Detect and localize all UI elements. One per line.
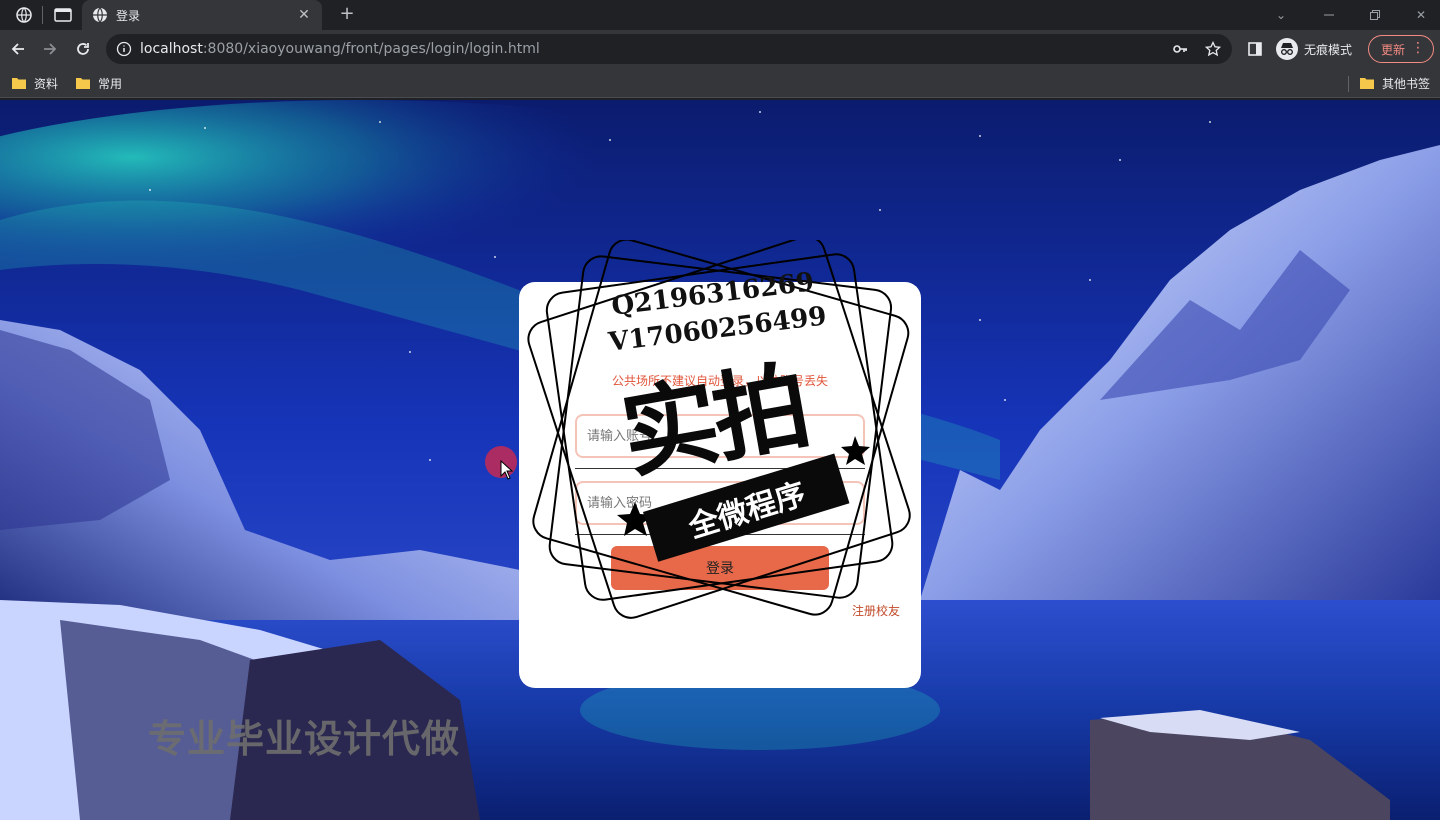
side-panel-icon[interactable]: [1244, 38, 1266, 60]
tab-title: 登录: [116, 8, 141, 23]
register-link[interactable]: 注册校友: [852, 602, 900, 619]
star-icon[interactable]: [1205, 34, 1221, 64]
bookmark-folder-changyong[interactable]: 常用: [76, 74, 122, 92]
login-notice: 公共场所不建议自动登录，以防账号丢失: [611, 374, 828, 388]
restore-icon[interactable]: [1352, 0, 1398, 30]
incognito-icon: [1276, 38, 1298, 60]
bookmark-folder-ziliao[interactable]: 资料: [12, 74, 58, 92]
reload-icon[interactable]: [72, 38, 94, 60]
login-button[interactable]: 登录: [611, 546, 829, 590]
login-card: 公共场所不建议自动登录，以防账号丢失 登录 注册校友: [519, 282, 921, 688]
address-bar[interactable]: localhost:8080/xiaoyouwang/front/pages/l…: [106, 34, 1232, 64]
window-close-icon[interactable]: ✕: [1398, 0, 1440, 30]
bookmarks-bar: 资料 常用 其他书签: [0, 68, 1440, 98]
mouse-cursor-icon: [500, 460, 514, 480]
other-bookmarks[interactable]: 其他书签: [1360, 74, 1430, 92]
update-label: 更新: [1381, 42, 1406, 57]
key-icon[interactable]: [1172, 34, 1188, 64]
bottom-watermark: 专业毕业设计代做: [148, 717, 461, 761]
divider: [575, 534, 865, 535]
login-page: 公共场所不建议自动登录，以防账号丢失 登录 注册校友 Q2196316269 V…: [0, 100, 1440, 820]
url-host: localhost: [140, 41, 203, 57]
folder-icon: [12, 78, 26, 89]
minimize-icon[interactable]: [1306, 0, 1352, 30]
browser-toolbar: localhost:8080/xiaoyouwang/front/pages/l…: [0, 30, 1440, 68]
folder-icon: [1360, 78, 1374, 89]
globe-icon: [92, 7, 108, 23]
divider: [575, 468, 865, 469]
incognito-profile[interactable]: 无痕模式: [1276, 37, 1352, 61]
update-button[interactable]: 更新 ⋮: [1368, 35, 1434, 63]
info-icon[interactable]: [116, 41, 132, 57]
url-path: :8080/xiaoyouwang/front/pages/login/logi…: [202, 41, 540, 57]
username-input[interactable]: [575, 414, 865, 458]
bookmark-label: 资料: [34, 76, 59, 91]
back-icon[interactable]: [7, 38, 29, 60]
new-tab-button[interactable]: +: [336, 3, 358, 25]
bookmark-label: 常用: [98, 76, 123, 91]
menu-icon[interactable]: ⋮: [1411, 40, 1425, 56]
globe-icon[interactable]: [13, 4, 35, 26]
chevron-down-icon[interactable]: ⌄: [1258, 0, 1304, 30]
login-button-label: 登录: [706, 561, 734, 577]
tab-login[interactable]: 登录 ✕: [82, 0, 322, 30]
password-input[interactable]: [575, 481, 865, 525]
close-icon[interactable]: ✕: [296, 7, 312, 23]
tab-search-icon[interactable]: [52, 4, 74, 26]
bookmark-separator: [1348, 76, 1349, 92]
tab-strip: 登录 ✕ + ⌄ ✕: [0, 0, 1440, 30]
profile-label: 无痕模式: [1304, 42, 1353, 57]
forward-icon[interactable]: [39, 38, 61, 60]
other-bookmarks-label: 其他书签: [1382, 76, 1431, 91]
folder-icon: [76, 78, 90, 89]
